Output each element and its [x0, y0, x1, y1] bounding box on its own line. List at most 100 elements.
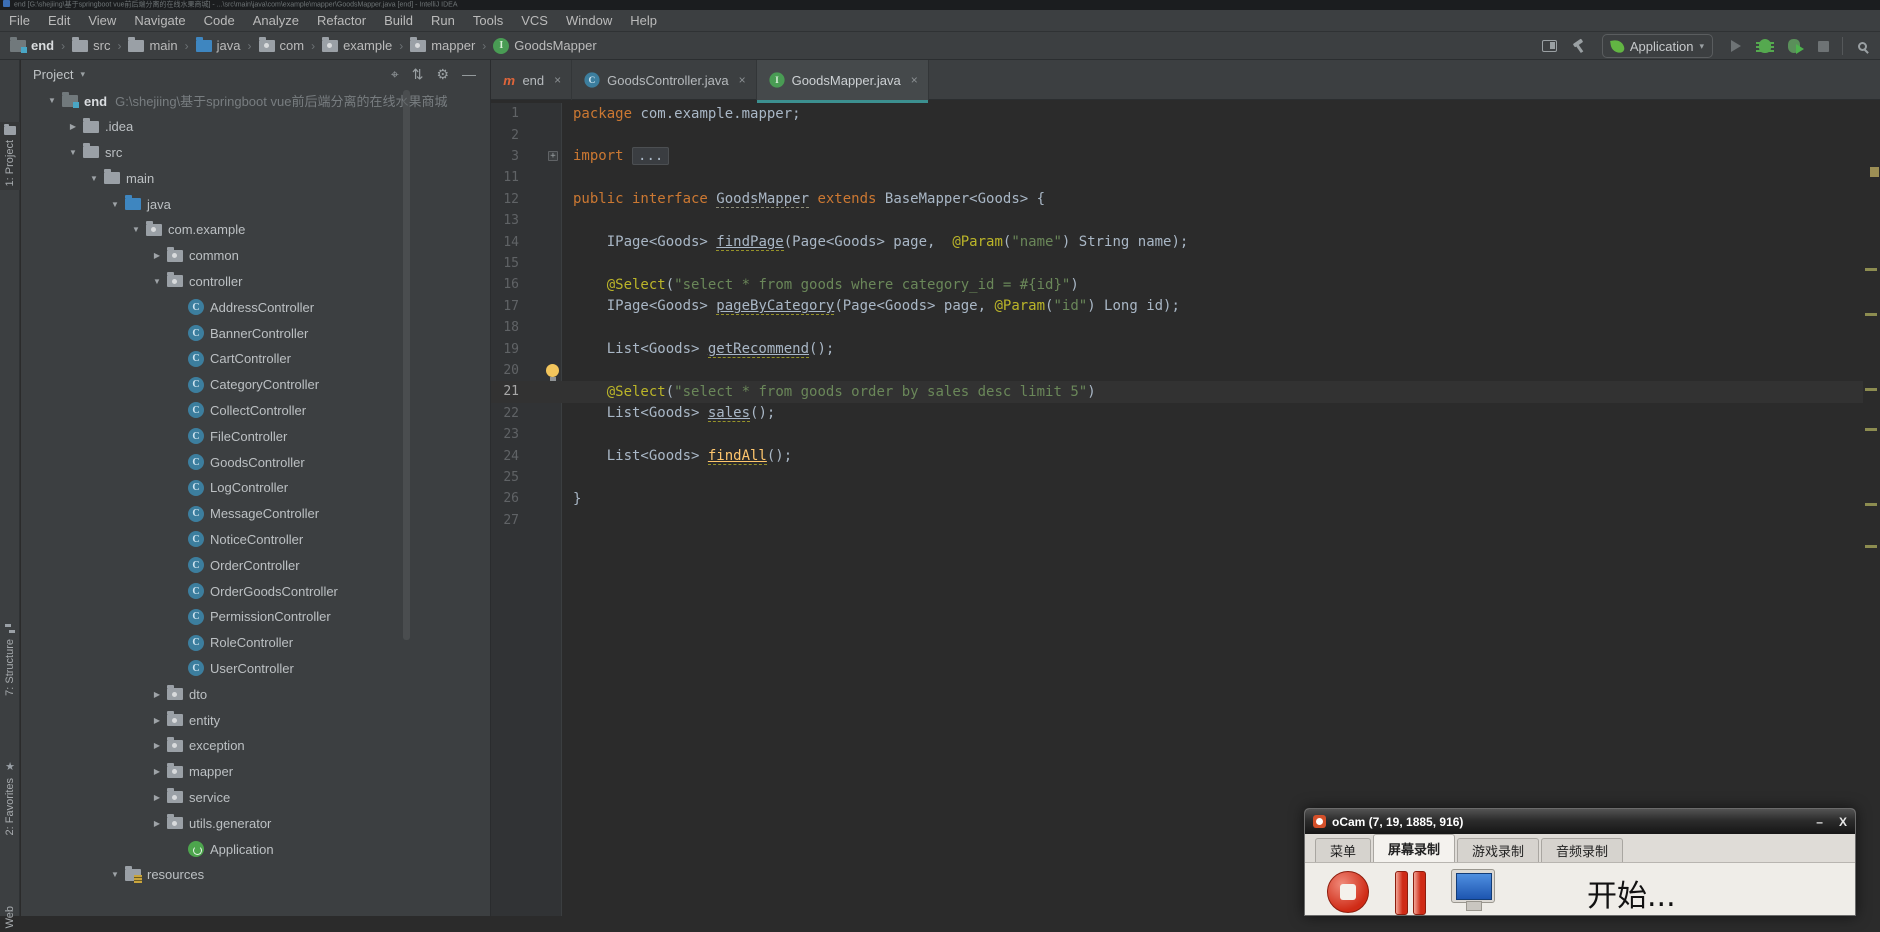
code-line-27[interactable]: 27: [491, 510, 1863, 531]
tree-item-dto[interactable]: ▶dto: [21, 681, 490, 707]
warning-stripe-mark[interactable]: [1865, 545, 1877, 548]
tree-item-collectcontroller[interactable]: CCollectController: [21, 398, 490, 424]
breadcrumb-example[interactable]: example: [320, 38, 394, 53]
collapse-all-icon[interactable]: ⇅: [412, 66, 424, 83]
build-hammer-icon[interactable]: [1569, 36, 1589, 56]
chevron-expanded-icon[interactable]: ▼: [129, 225, 143, 234]
code-line-14[interactable]: 14 IPage<Goods> findPage(Page<Goods> pag…: [491, 231, 1863, 252]
warning-stripe-mark[interactable]: [1865, 313, 1877, 316]
code-line-20[interactable]: 20: [491, 360, 1863, 381]
breadcrumb-src[interactable]: src: [70, 38, 112, 53]
menu-tools[interactable]: Tools: [464, 10, 512, 32]
warning-stripe-mark[interactable]: [1865, 388, 1877, 391]
tree-item-resources[interactable]: ▼resources: [21, 862, 490, 888]
stripe-button-web[interactable]: Web: [0, 902, 20, 932]
code-line-21[interactable]: 21 @Select("select * from goods order by…: [491, 381, 1863, 402]
record-stop-button[interactable]: [1327, 871, 1369, 913]
ocam-tab-游戏录制[interactable]: 游戏录制: [1457, 838, 1539, 862]
tree-item-addresscontroller[interactable]: CAddressController: [21, 294, 490, 320]
tree-item-messagecontroller[interactable]: CMessageController: [21, 501, 490, 527]
code-line-23[interactable]: 23: [491, 424, 1863, 445]
ocam-tab-菜单[interactable]: 菜单: [1315, 838, 1371, 862]
tree-item-cartcontroller[interactable]: CCartController: [21, 346, 490, 372]
code-line-13[interactable]: 13: [491, 210, 1863, 231]
tree-item-rolecontroller[interactable]: CRoleController: [21, 630, 490, 656]
chevron-collapsed-icon[interactable]: ▶: [150, 819, 164, 828]
chevron-collapsed-icon[interactable]: ▶: [150, 767, 164, 776]
breadcrumb-main[interactable]: main: [126, 38, 179, 53]
tree-item-filecontroller[interactable]: CFileController: [21, 423, 490, 449]
close-icon[interactable]: ×: [911, 73, 918, 87]
debug-button[interactable]: [1755, 36, 1775, 56]
pause-button[interactable]: [1391, 871, 1431, 913]
menu-edit[interactable]: Edit: [39, 10, 79, 32]
breadcrumb-java[interactable]: java: [194, 38, 243, 53]
menu-navigate[interactable]: Navigate: [125, 10, 194, 32]
editor-tab-goodsmapper-java[interactable]: IGoodsMapper.java×: [757, 60, 929, 100]
tree-item-src[interactable]: ▼src: [21, 140, 490, 166]
chevron-collapsed-icon[interactable]: ▶: [66, 122, 80, 131]
tree-item-application[interactable]: Application: [21, 836, 490, 862]
tree-item-permissioncontroller[interactable]: CPermissionController: [21, 604, 490, 630]
code-line-2[interactable]: 2: [491, 124, 1863, 145]
gear-icon[interactable]: ⚙: [436, 66, 449, 83]
stripe-button-structure[interactable]: 7: Structure: [0, 620, 20, 700]
fold-expand-icon[interactable]: +: [548, 151, 558, 161]
tree-item-common[interactable]: ▶common: [21, 243, 490, 269]
warning-stripe-mark[interactable]: [1865, 503, 1877, 506]
close-icon[interactable]: ×: [554, 73, 561, 87]
code-line-19[interactable]: 19 List<Goods> getRecommend();: [491, 338, 1863, 359]
code-line-1[interactable]: 1package com.example.mapper;: [491, 103, 1863, 124]
tree-item-end[interactable]: ▼endG:\shejiing\基于springboot vue前后端分离的在线…: [21, 88, 490, 114]
menu-window[interactable]: Window: [557, 10, 621, 32]
tool-window-toggle-icon[interactable]: [1540, 36, 1560, 56]
breadcrumb-end[interactable]: end: [8, 38, 56, 53]
error-stripe[interactable]: [1862, 103, 1880, 916]
tree-item-service[interactable]: ▶service: [21, 785, 490, 811]
run-button[interactable]: [1726, 36, 1746, 56]
minimize-button[interactable]: –: [1816, 815, 1823, 829]
tree-item-ordercontroller[interactable]: COrderController: [21, 552, 490, 578]
chevron-collapsed-icon[interactable]: ▶: [150, 793, 164, 802]
tree-item-entity[interactable]: ▶entity: [21, 707, 490, 733]
code-line-24[interactable]: 24 List<Goods> findAll();: [491, 445, 1863, 466]
stop-button[interactable]: [1813, 36, 1833, 56]
chevron-expanded-icon[interactable]: ▼: [108, 200, 122, 209]
close-icon[interactable]: ×: [739, 73, 746, 87]
chevron-collapsed-icon[interactable]: ▶: [150, 741, 164, 750]
locate-file-icon[interactable]: ⌖: [391, 66, 399, 83]
project-panel-header[interactable]: Project ▾ ⌖ ⇅ ⚙ ―: [21, 60, 490, 88]
code-line-17[interactable]: 17 IPage<Goods> pageByCategory(Page<Good…: [491, 296, 1863, 317]
chevron-expanded-icon[interactable]: ▼: [45, 96, 59, 105]
tree-item-ordergoodscontroller[interactable]: COrderGoodsController: [21, 578, 490, 604]
breadcrumb-com[interactable]: com: [257, 38, 307, 53]
monitor-icon[interactable]: [1451, 869, 1495, 903]
code-line-15[interactable]: 15: [491, 253, 1863, 274]
chevron-collapsed-icon[interactable]: ▶: [150, 716, 164, 725]
warning-stripe-mark[interactable]: [1865, 428, 1877, 431]
run-configuration-select[interactable]: Application ▾: [1602, 34, 1713, 58]
code-editor[interactable]: 1package com.example.mapper;23+import ..…: [491, 103, 1880, 916]
tree-item-noticecontroller[interactable]: CNoticeController: [21, 527, 490, 553]
menu-run[interactable]: Run: [422, 10, 464, 32]
tree-item-controller[interactable]: ▼controller: [21, 269, 490, 295]
editor-tab-end[interactable]: mend×: [491, 60, 572, 100]
tree-item-logcontroller[interactable]: CLogController: [21, 475, 490, 501]
code-line-18[interactable]: 18: [491, 317, 1863, 338]
tree-item-goodscontroller[interactable]: CGoodsController: [21, 449, 490, 475]
menu-file[interactable]: File: [0, 10, 39, 32]
code-line-25[interactable]: 25: [491, 467, 1863, 488]
intention-bulb-icon[interactable]: [546, 364, 559, 377]
menu-refactor[interactable]: Refactor: [308, 10, 375, 32]
hide-panel-icon[interactable]: ―: [462, 66, 476, 82]
code-line-12[interactable]: 12public interface GoodsMapper extends B…: [491, 189, 1863, 210]
menu-help[interactable]: Help: [621, 10, 666, 32]
chevron-expanded-icon[interactable]: ▼: [87, 174, 101, 183]
code-line-22[interactable]: 22 List<Goods> sales();: [491, 403, 1863, 424]
stripe-button-favorites[interactable]: ★2: Favorites: [0, 758, 20, 839]
ocam-titlebar[interactable]: oCam (7, 19, 1885, 916) – X: [1305, 809, 1855, 834]
code-line-26[interactable]: 26}: [491, 488, 1863, 509]
menu-analyze[interactable]: Analyze: [244, 10, 308, 32]
chevron-expanded-icon[interactable]: ▼: [66, 148, 80, 157]
code-line-3[interactable]: 3+import ...: [491, 146, 1863, 167]
